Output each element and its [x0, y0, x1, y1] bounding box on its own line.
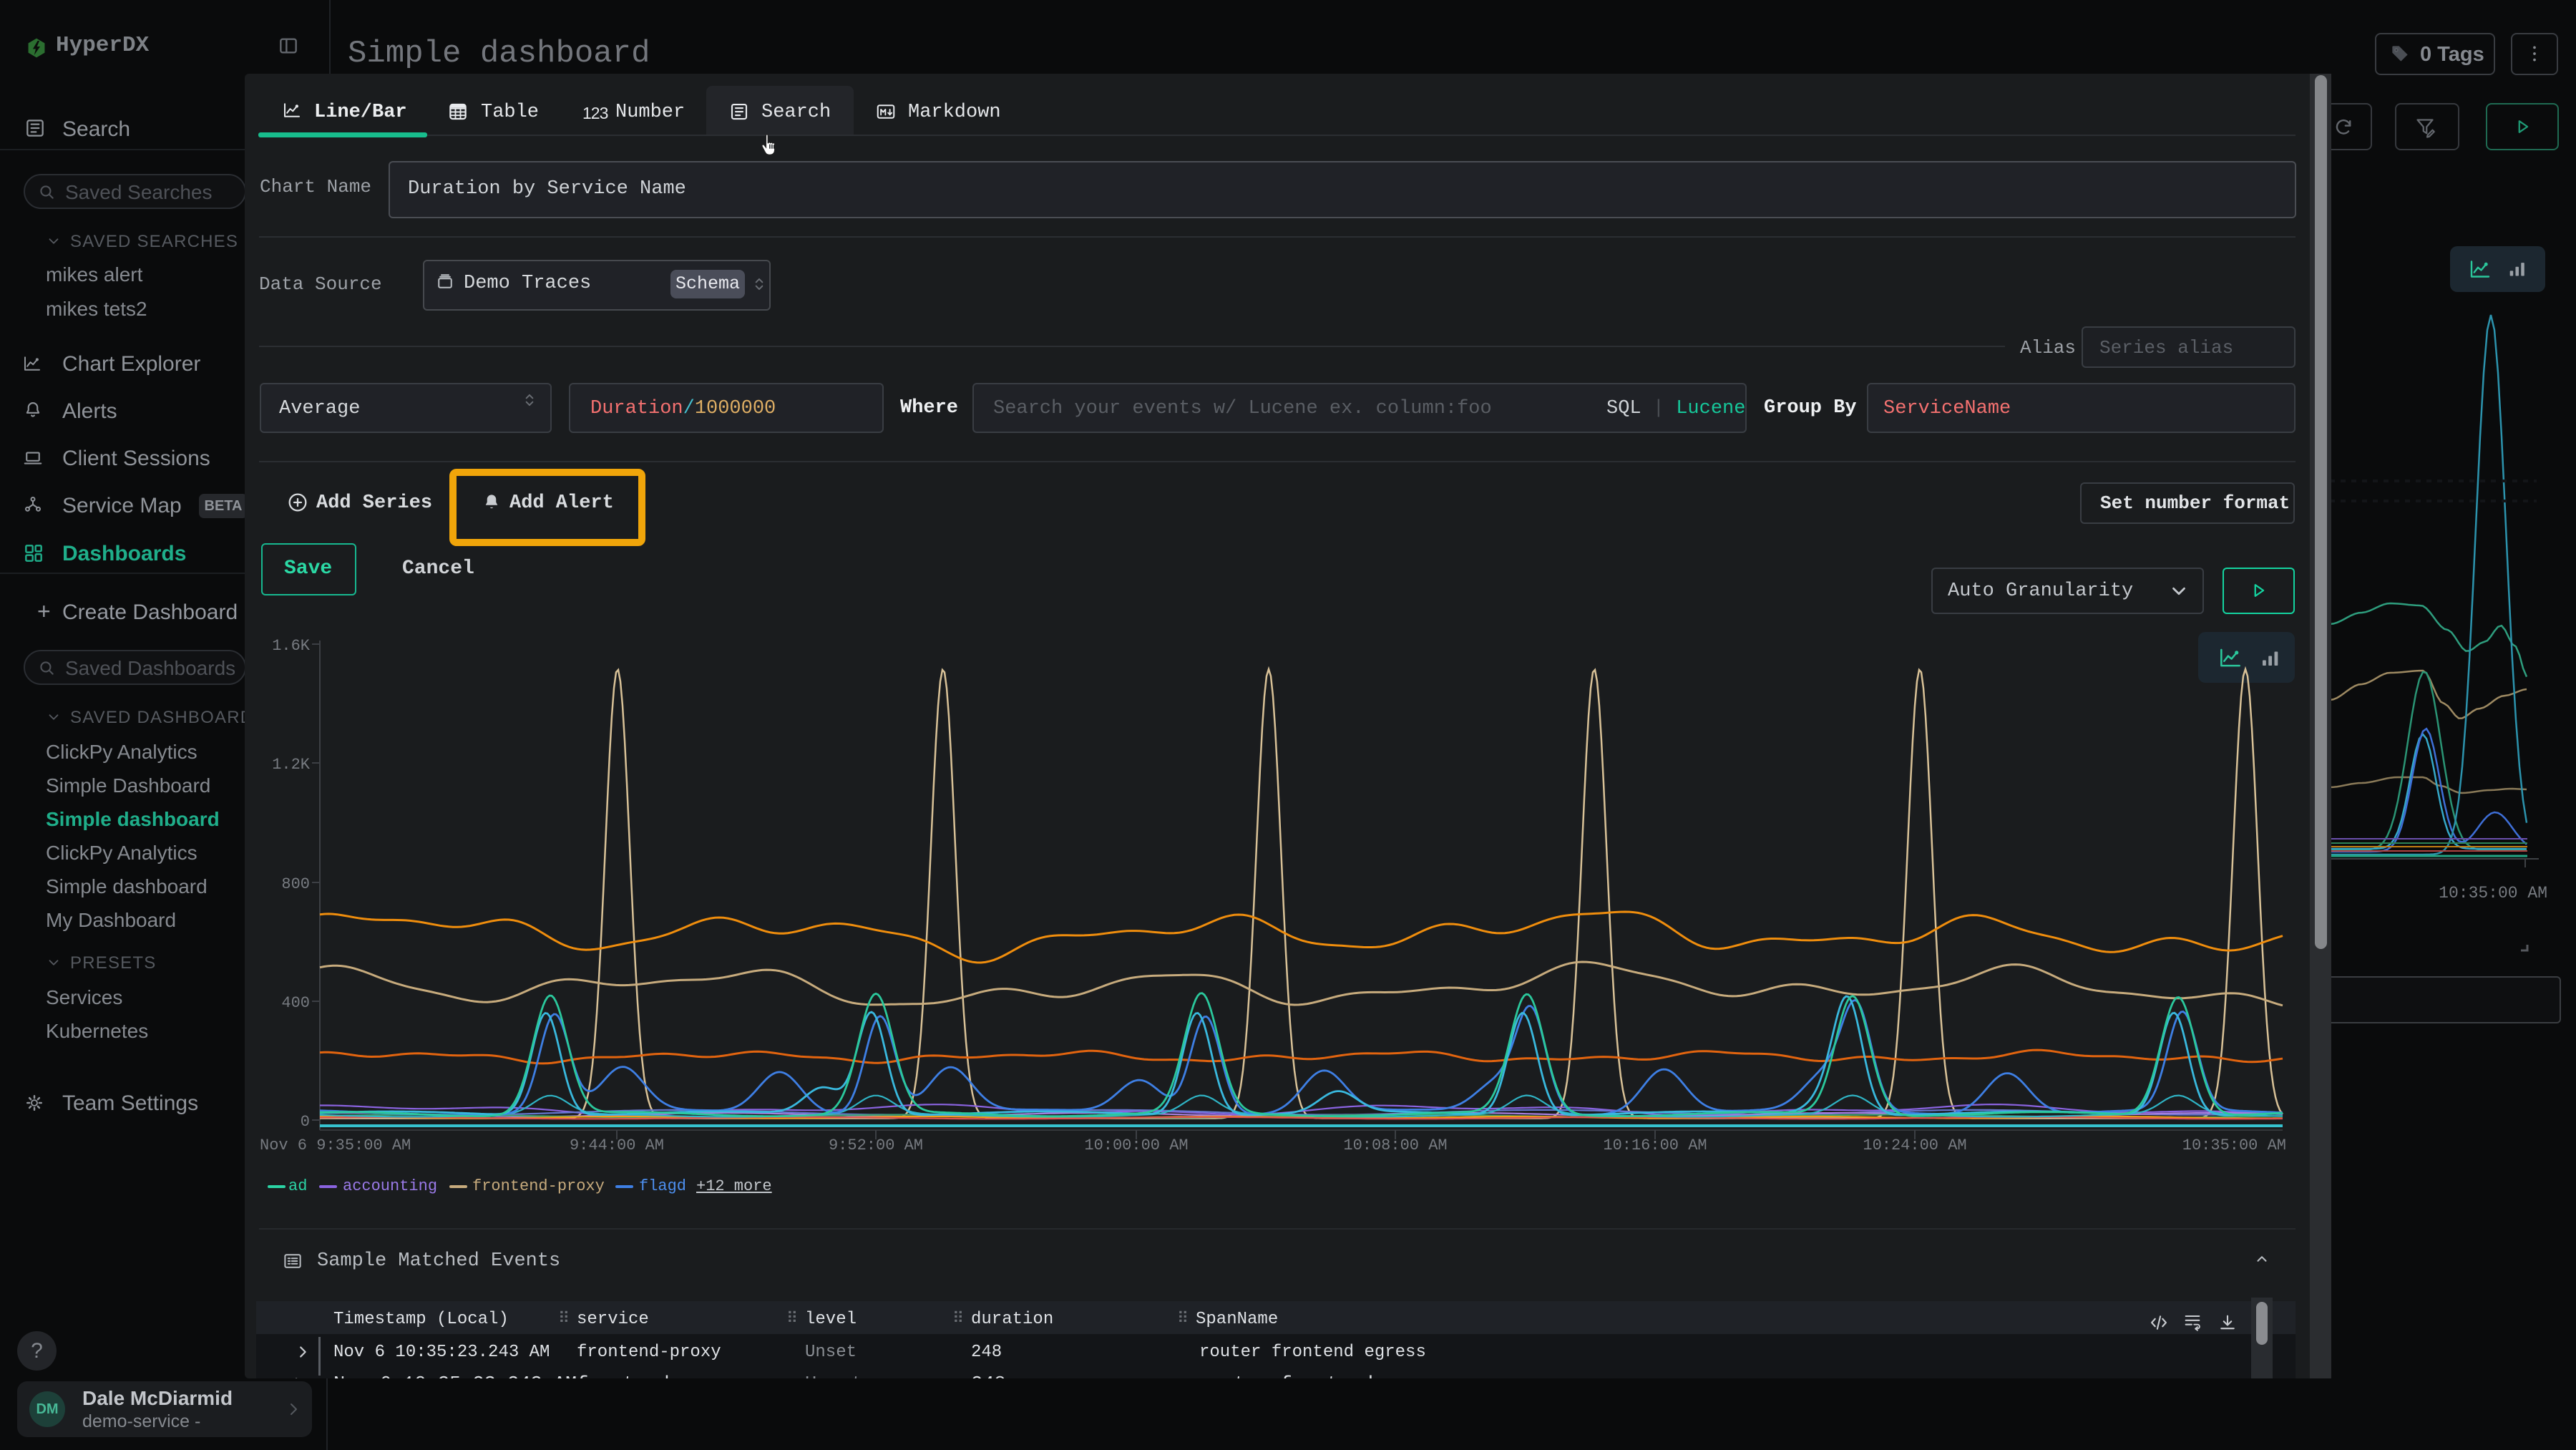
svg-text:400: 400	[281, 994, 310, 1012]
svg-text:10:08:00 AM: 10:08:00 AM	[1343, 1137, 1447, 1154]
svg-text:10:16:00 AM: 10:16:00 AM	[1603, 1137, 1707, 1154]
svg-text:0: 0	[301, 1113, 310, 1131]
svg-text:Nov 6 9:35:00 AM: Nov 6 9:35:00 AM	[260, 1137, 411, 1154]
svg-text:10:24:00 AM: 10:24:00 AM	[1863, 1137, 1966, 1154]
svg-text:10:35:00 AM: 10:35:00 AM	[2182, 1137, 2286, 1154]
svg-text:1.2K: 1.2K	[272, 756, 311, 774]
svg-text:9:52:00 AM: 9:52:00 AM	[829, 1137, 923, 1154]
svg-text:800: 800	[281, 875, 310, 893]
svg-text:9:44:00 AM: 9:44:00 AM	[570, 1137, 664, 1154]
svg-text:1.6K: 1.6K	[272, 637, 311, 655]
svg-text:10:00:00 AM: 10:00:00 AM	[1084, 1137, 1188, 1154]
